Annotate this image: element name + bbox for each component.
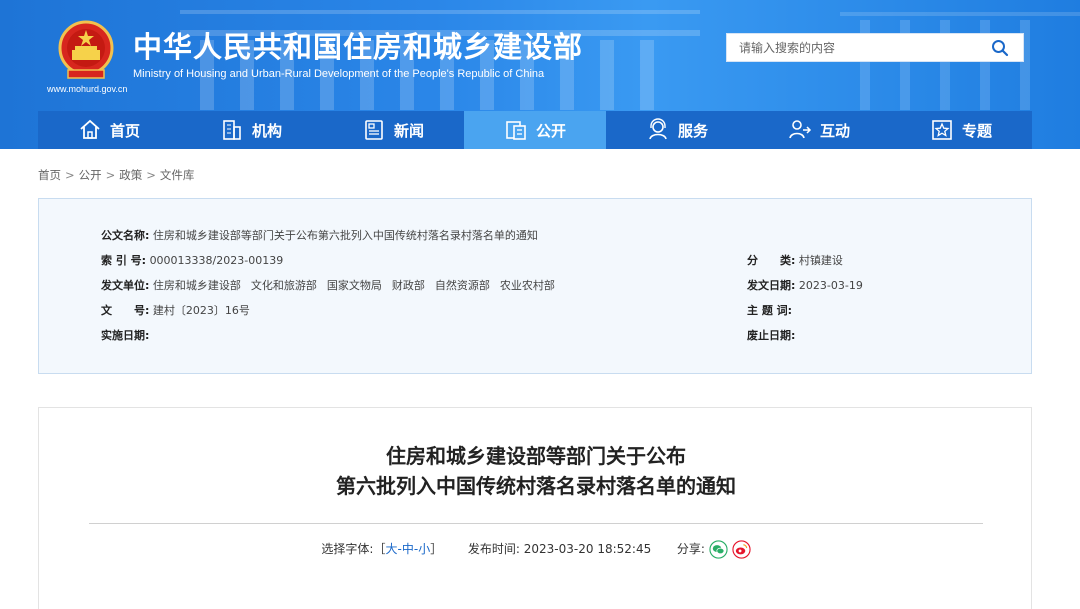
nav-item-label: 服务 xyxy=(677,121,708,140)
font-medium-button[interactable]: 中 xyxy=(402,542,414,556)
effective-date-row: 实施日期: xyxy=(101,327,149,343)
issue-date-label: 发文日期: xyxy=(747,279,796,292)
site-url: www.mohurd.gov.cn xyxy=(47,84,128,94)
nav-item-label: 专题 xyxy=(961,121,992,140)
font-small-button[interactable]: 小 xyxy=(418,542,430,556)
breadcrumb-policy[interactable]: 政策 xyxy=(119,168,142,182)
nav-item-service[interactable]: 服务 xyxy=(606,111,748,149)
document-icon xyxy=(506,121,526,140)
breadcrumb-separator: > xyxy=(146,168,156,182)
issuer-list: 住房和城乡建设部 文化和旅游部 国家文物局 财政部 自然资源部 农业农村部 xyxy=(153,279,565,292)
article-title-line1: 住房和城乡建设部等部门关于公布 xyxy=(386,444,686,468)
wechat-share-icon[interactable] xyxy=(709,540,728,559)
breadcrumb-public[interactable]: 公开 xyxy=(79,168,102,182)
issue-date-value: 2023-03-19 xyxy=(798,279,863,292)
issuer-item: 自然资源部 xyxy=(434,279,490,292)
doc-no-label: 文 号: xyxy=(101,304,150,317)
index-label: 索 引 号: xyxy=(101,254,147,267)
issuer-item: 住房和城乡建设部 xyxy=(152,279,241,292)
issuer-item: 财政部 xyxy=(391,279,425,292)
keywords-label: 主 题 词: xyxy=(747,304,793,317)
news-icon xyxy=(365,120,383,140)
service-icon xyxy=(649,118,667,140)
nav-item-label: 机构 xyxy=(251,121,282,140)
font-bracket-open: ［ xyxy=(373,542,386,556)
nav-item-home[interactable]: 首页 xyxy=(38,111,180,149)
national-emblem-icon xyxy=(58,20,114,79)
index-value: 000013338/2023-00139 xyxy=(149,254,284,267)
search-icon[interactable] xyxy=(991,39,1009,57)
doc-name-value: 住房和城乡建设部等部门关于公布第六批列入中国传统村落名录村落名单的通知 xyxy=(152,229,538,242)
category-row: 分 类: 村镇建设 xyxy=(747,252,843,268)
breadcrumb-home[interactable]: 首页 xyxy=(38,168,61,182)
doc-no-value: 建村〔2023〕16号 xyxy=(152,304,250,317)
nav-item-organization[interactable]: 机构 xyxy=(180,111,322,149)
issuer-item: 农业农村部 xyxy=(499,279,555,292)
publish-time-value: 2023-03-20 18:52:45 xyxy=(523,542,652,556)
share-label: 分享: xyxy=(676,542,705,556)
issue-date-row: 发文日期: 2023-03-19 xyxy=(747,277,863,293)
building-icon xyxy=(223,120,241,140)
category-value: 村镇建设 xyxy=(798,254,843,267)
site-subtitle: Ministry of Housing and Urban-Rural Deve… xyxy=(133,68,545,80)
nav-item-public[interactable]: 公开 xyxy=(464,111,606,149)
nav-item-label: 新闻 xyxy=(393,121,424,140)
home-icon xyxy=(80,119,100,139)
repeal-date-row: 废止日期: xyxy=(747,327,795,343)
article-panel: 住房和城乡建设部等部门关于公布 第六批列入中国传统村落名录村落名单的通知 选择字… xyxy=(38,407,1032,609)
document-info-box: 公文名称: 住房和城乡建设部等部门关于公布第六批列入中国传统村落名录村落名单的通… xyxy=(38,198,1032,374)
nav-item-interact[interactable]: 互动 xyxy=(748,111,890,149)
article-title-line2: 第六批列入中国传统村落名录村落名单的通知 xyxy=(336,474,736,498)
breadcrumb-separator: > xyxy=(65,168,75,182)
issuer-item: 文化和旅游部 xyxy=(250,279,317,292)
category-label: 分 类: xyxy=(747,254,796,267)
nav-item-topic[interactable]: 专题 xyxy=(890,111,1032,149)
search-input[interactable] xyxy=(727,34,977,61)
font-large-button[interactable]: 大 xyxy=(385,542,397,556)
main-nav: 首页 机构 新闻 公开 服务 互动 专题 xyxy=(38,111,1032,149)
topic-icon xyxy=(932,120,952,140)
issuer-item: 国家文物局 xyxy=(326,279,382,292)
nav-item-news[interactable]: 新闻 xyxy=(322,111,464,149)
breadcrumb: 首页 > 公开 > 政策 > 文件库 xyxy=(38,167,194,183)
nav-item-label: 首页 xyxy=(109,121,140,140)
breadcrumb-library[interactable]: 文件库 xyxy=(160,168,195,182)
doc-no-row: 文 号: 建村〔2023〕16号 xyxy=(101,302,250,318)
publish-time-label: 发布时间: xyxy=(467,542,520,556)
interact-icon xyxy=(789,120,812,139)
font-bracket-close: ］ xyxy=(430,542,443,556)
repeal-date-label: 废止日期: xyxy=(747,329,796,342)
site-title: 中华人民共和国住房和城乡建设部 xyxy=(133,30,584,64)
nav-item-label: 公开 xyxy=(535,121,566,140)
effective-date-label: 实施日期: xyxy=(101,329,150,342)
weibo-share-icon[interactable] xyxy=(731,540,751,559)
title-divider xyxy=(89,523,983,524)
nav-item-label: 互动 xyxy=(819,121,850,140)
doc-name-label: 公文名称: xyxy=(101,229,150,242)
font-select-label: 选择字体: xyxy=(321,542,374,556)
breadcrumb-separator: > xyxy=(105,168,116,182)
font-size-selector: 选择字体:［大-中-小］ xyxy=(321,542,446,556)
issuer-row: 发文单位: 住房和城乡建设部 文化和旅游部 国家文物局 财政部 自然资源部 农业农村部 xyxy=(101,277,565,293)
issuer-label: 发文单位: xyxy=(101,279,150,292)
search-box xyxy=(726,33,1024,62)
doc-name-row: 公文名称: 住房和城乡建设部等部门关于公布第六批列入中国传统村落名录村落名单的通… xyxy=(101,227,538,243)
index-row: 索 引 号: 000013338/2023-00139 xyxy=(101,252,283,268)
article-meta: 选择字体:［大-中-小］ 发布时间: 2023-03-20 18:52:45 分… xyxy=(39,540,1033,559)
keywords-row: 主 题 词: xyxy=(747,302,792,318)
